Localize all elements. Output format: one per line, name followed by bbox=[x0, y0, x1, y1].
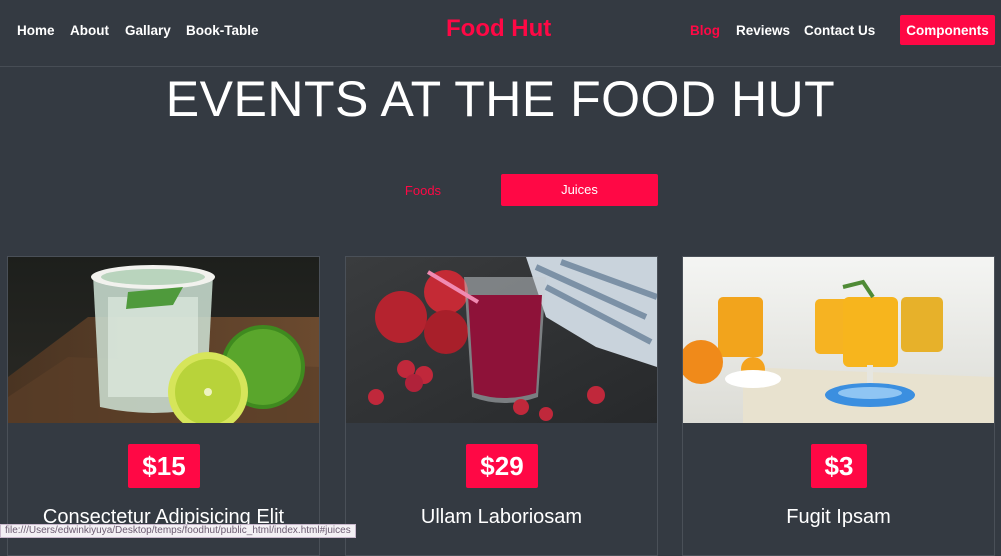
nav-link-home[interactable]: Home bbox=[17, 23, 55, 38]
nav-link-blog[interactable]: Blog bbox=[690, 23, 720, 38]
card-title[interactable]: Ullam Laboriosam bbox=[346, 506, 657, 529]
orange-cocktails-photo bbox=[683, 257, 994, 423]
brand-logo[interactable]: Food Hut bbox=[446, 15, 551, 43]
browser-status-bar: file:///Users/edwinkiyuya/Desktop/temps/… bbox=[0, 524, 356, 538]
lime-margarita-photo bbox=[8, 257, 319, 423]
berry-smoothie-photo bbox=[346, 257, 657, 423]
price-badge: $29 bbox=[466, 444, 538, 488]
menu-card: $15 Consectetur Adipisicing Elit bbox=[7, 256, 320, 556]
price-badge: $15 bbox=[128, 444, 200, 488]
nav-link-reviews[interactable]: Reviews bbox=[736, 23, 790, 38]
nav-link-book-table[interactable]: Book-Table bbox=[186, 23, 259, 38]
navbar: Home About Gallary Book-Table Food Hut B… bbox=[0, 0, 1001, 67]
nav-link-gallary[interactable]: Gallary bbox=[125, 23, 171, 38]
nav-link-about[interactable]: About bbox=[70, 23, 109, 38]
tab-juices[interactable]: Juices bbox=[501, 174, 658, 206]
card-title[interactable]: Fugit Ipsam bbox=[683, 506, 994, 529]
components-button[interactable]: Components bbox=[900, 15, 995, 45]
nav-link-contact-us[interactable]: Contact Us bbox=[804, 23, 875, 38]
section-title: EVENTS AT THE FOOD HUT bbox=[165, 71, 836, 127]
tab-foods[interactable]: Foods bbox=[345, 175, 501, 206]
menu-card: $3 Fugit Ipsam bbox=[682, 256, 995, 556]
price-badge: $3 bbox=[811, 444, 867, 488]
menu-card: $29 Ullam Laboriosam bbox=[345, 256, 658, 556]
